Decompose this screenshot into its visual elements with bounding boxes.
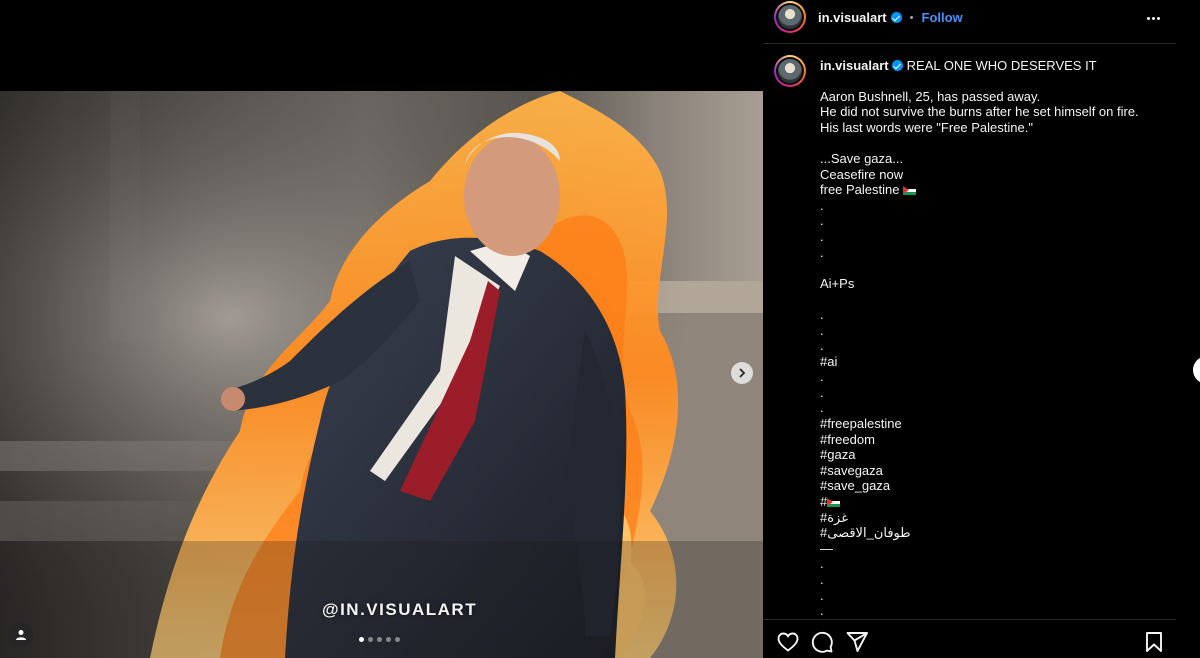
post-image[interactable] (0, 91, 763, 658)
save-button[interactable] (1142, 630, 1166, 654)
caption-line[interactable]: #gaza (820, 447, 1160, 463)
caption-line: . (820, 306, 824, 322)
caption-line: . (820, 603, 824, 619)
caption-line: . (820, 338, 824, 354)
carousel-indicator (359, 637, 400, 642)
send-icon (846, 632, 868, 652)
user-tag-icon (15, 629, 26, 640)
comment-icon (811, 631, 833, 653)
verified-badge-icon (891, 60, 903, 72)
caption-line[interactable]: #غزة (820, 510, 1160, 526)
carousel-next-button[interactable] (731, 362, 753, 384)
heart-icon (777, 632, 799, 652)
separator-dot: • (909, 11, 914, 24)
more-options-icon[interactable] (1143, 8, 1163, 28)
caption-line: . (820, 213, 824, 229)
palestine-flag-icon (903, 186, 917, 196)
caption-avatar[interactable] (774, 55, 806, 87)
caption-line[interactable]: #save_gaza (820, 478, 1160, 494)
caption-line: free Palestine (820, 182, 1160, 198)
caption-header: in.visualart REAL ONE WHO DESERVES IT (820, 58, 1160, 74)
caption-line: # (820, 494, 1160, 510)
caption-line (820, 291, 1160, 307)
post-media-panel: @IN.VISUALART (0, 0, 763, 658)
caption-line: . (820, 244, 824, 260)
caption-line: . (820, 400, 824, 416)
caption-line[interactable]: #savegaza (820, 463, 1160, 479)
image-watermark: @IN.VISUALART (322, 600, 478, 619)
avatar[interactable] (774, 1, 806, 33)
post-caption: in.visualart REAL ONE WHO DESERVES IT Aa… (820, 58, 1160, 619)
caption-line: His last words were "Free Palestine." (820, 119, 1033, 135)
caption-username-link[interactable]: in.visualart (820, 58, 889, 74)
bookmark-icon (1146, 632, 1162, 652)
follow-button[interactable]: Follow (922, 10, 963, 25)
caption-line: Aaron Bushnell, 25, has passed away. (820, 88, 1041, 104)
caption-line: . (820, 197, 824, 213)
caption-line: . (820, 228, 824, 244)
page-margin (1176, 0, 1200, 658)
caption-line: . (820, 587, 824, 603)
post-author: in.visualart • Follow (818, 10, 963, 25)
caption-line: . (820, 572, 824, 587)
carousel-dot (386, 637, 391, 642)
username-link[interactable]: in.visualart (818, 10, 887, 25)
palestine-flag-icon (827, 498, 841, 508)
carousel-dot (395, 637, 400, 642)
caption-line: He did not survive the burns after he se… (820, 104, 1139, 120)
tagged-users-button[interactable] (8, 622, 33, 647)
caption-line: . (820, 369, 824, 385)
caption-line: . (820, 384, 824, 400)
caption-line: Ai+Ps (820, 275, 855, 291)
caption-line[interactable]: #freedom (820, 432, 1160, 448)
caption-line (820, 135, 1160, 151)
chevron-right-icon (739, 368, 746, 378)
caption-line[interactable]: #ai (820, 354, 1160, 370)
caption-line (820, 260, 1160, 276)
post-action-bar (763, 619, 1176, 658)
caption-body: Aaron Bushnell, 25, has passed away. He d… (820, 89, 1160, 619)
post-header: in.visualart • Follow (763, 0, 1176, 44)
carousel-dot (359, 637, 364, 642)
post-side-panel: in.visualart • Follow in.visualart REAL … (763, 0, 1176, 658)
like-button[interactable] (776, 630, 800, 654)
caption-line: ...Save gaza... (820, 150, 904, 166)
caption-line[interactable]: #freepalestine (820, 416, 1160, 432)
carousel-dot (368, 637, 373, 642)
carousel-dot (377, 637, 382, 642)
comment-button[interactable] (810, 630, 834, 654)
caption-line: . (820, 556, 824, 572)
caption-line: Ceasefire now (820, 166, 904, 182)
caption-line: — (820, 540, 833, 556)
caption-title: REAL ONE WHO DESERVES IT (906, 58, 1097, 73)
verified-badge-icon (890, 12, 902, 23)
caption-line[interactable]: #طوفان_الاقصى (820, 525, 1160, 541)
caption-line: . (820, 322, 824, 338)
share-button[interactable] (845, 630, 869, 654)
post-image-artwork (0, 91, 763, 658)
